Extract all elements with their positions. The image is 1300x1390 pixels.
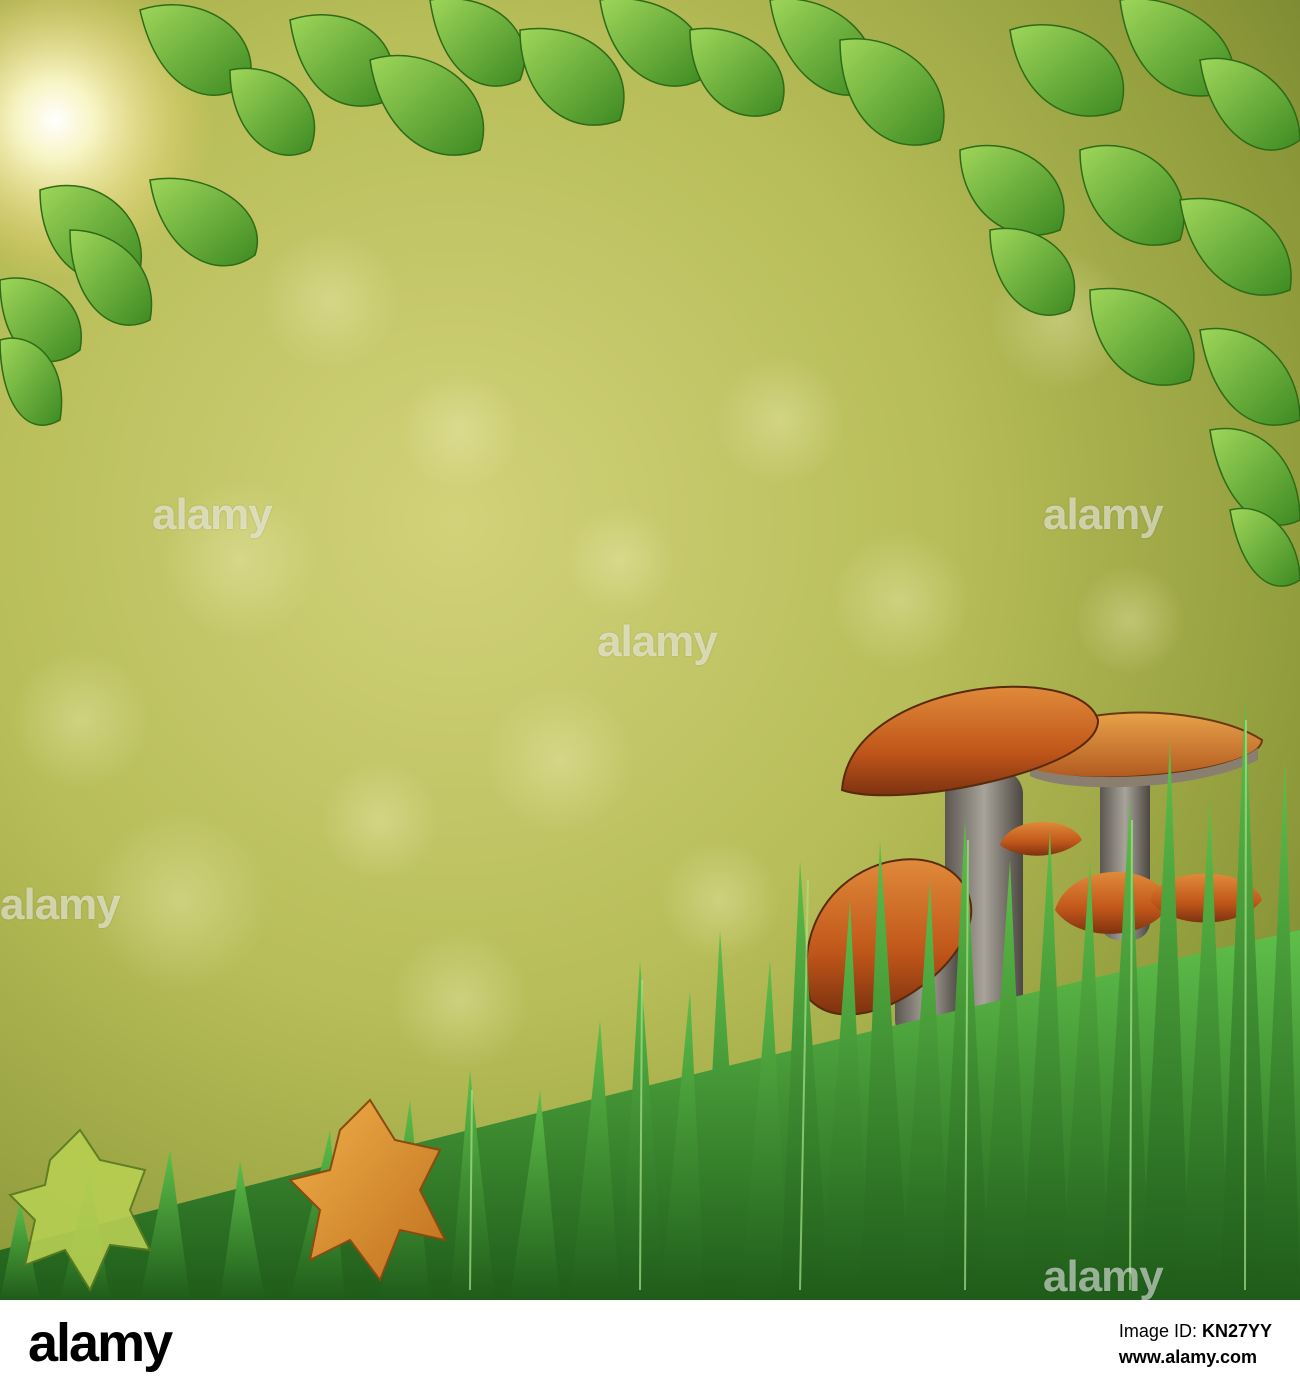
alamy-logo[interactable]: alamy	[28, 1316, 173, 1370]
image-id-label: Image ID:	[1118, 1321, 1197, 1341]
watermark-text: alamy	[1043, 490, 1164, 539]
stock-photo: alamy alamy alamy alamy alamy	[0, 0, 1300, 1300]
watermark-text: alamy	[152, 490, 273, 539]
image-meta: Image ID: KN27YY www.alamy.com	[1119, 1318, 1272, 1370]
watermark-text: alamy	[597, 617, 718, 666]
image-id-value: KN27YY	[1201, 1321, 1272, 1341]
footer-bar: alamy Image ID: KN27YY www.alamy.com	[0, 1300, 1300, 1390]
watermark-text: alamy	[0, 880, 121, 929]
watermark-text: alamy	[1043, 1252, 1164, 1300]
site-url[interactable]: www.alamy.com	[1119, 1344, 1272, 1370]
